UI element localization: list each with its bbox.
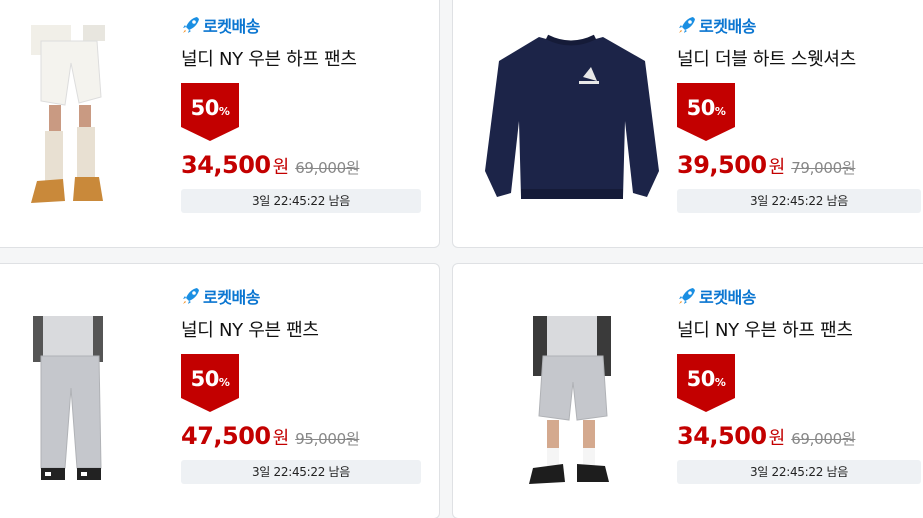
countdown-timer: 3일 22:45:22 남음 xyxy=(181,460,421,484)
product-image[interactable] xyxy=(1,272,173,512)
rocket-delivery-label: 로켓배송 xyxy=(699,17,756,36)
product-image[interactable] xyxy=(1,1,173,241)
discount-number: 50 xyxy=(190,367,220,391)
discount-badge: 50% xyxy=(677,83,735,141)
sale-price: 34,500 xyxy=(181,151,271,179)
product-title[interactable]: 널디 더블 하트 스웻셔츠 xyxy=(677,45,921,70)
countdown-timer: 3일 22:45:22 남음 xyxy=(677,189,921,213)
discount-number: 50 xyxy=(190,96,220,120)
currency-unit: 원 xyxy=(272,157,290,178)
product-card[interactable]: 로켓배송 널디 NY 우븐 하프 팬츠 50% 34,500 원 69,000원… xyxy=(452,263,923,518)
currency-unit: 원 xyxy=(768,157,786,178)
product-title[interactable]: 널디 NY 우븐 팬츠 xyxy=(181,316,425,341)
discount-badge: 50% xyxy=(181,354,239,412)
product-image[interactable] xyxy=(473,272,669,512)
original-price: 69,000원 xyxy=(295,159,360,177)
discount-unit: % xyxy=(218,105,230,118)
countdown-timer: 3일 22:45:22 남음 xyxy=(677,460,921,484)
discount-unit: % xyxy=(714,105,726,118)
rocket-icon xyxy=(679,288,695,304)
discount-number: 50 xyxy=(686,367,716,391)
discount-unit: % xyxy=(714,376,726,389)
original-price: 69,000원 xyxy=(791,430,856,448)
rocket-icon xyxy=(183,17,199,33)
original-price: 95,000원 xyxy=(295,430,360,448)
sale-price: 34,500 xyxy=(677,422,767,450)
sale-price: 39,500 xyxy=(677,151,767,179)
rocket-icon xyxy=(183,288,199,304)
currency-unit: 원 xyxy=(768,428,786,449)
product-title[interactable]: 널디 NY 우븐 하프 팬츠 xyxy=(181,45,425,70)
discount-badge: 50% xyxy=(181,83,239,141)
original-price: 79,000원 xyxy=(791,159,856,177)
rocket-delivery-label: 로켓배송 xyxy=(203,288,260,307)
rocket-icon xyxy=(679,17,695,33)
product-card[interactable]: 로켓배송 널디 NY 우븐 팬츠 50% 47,500 원 95,000원 3일… xyxy=(0,263,440,518)
product-title[interactable]: 널디 NY 우븐 하프 팬츠 xyxy=(677,316,921,341)
product-image[interactable] xyxy=(473,1,669,241)
product-card[interactable]: 로켓배송 널디 더블 하트 스웻셔츠 50% 39,500 원 79,000원 … xyxy=(452,0,923,248)
rocket-delivery-label: 로켓배송 xyxy=(699,288,756,307)
discount-unit: % xyxy=(218,376,230,389)
countdown-timer: 3일 22:45:22 남음 xyxy=(181,189,421,213)
currency-unit: 원 xyxy=(272,428,290,449)
product-card[interactable]: 로켓배송 널디 NY 우븐 하프 팬츠 50% 34,500 원 69,000원… xyxy=(0,0,440,248)
rocket-delivery-label: 로켓배송 xyxy=(203,17,260,36)
discount-number: 50 xyxy=(686,96,716,120)
discount-badge: 50% xyxy=(677,354,735,412)
sale-price: 47,500 xyxy=(181,422,271,450)
